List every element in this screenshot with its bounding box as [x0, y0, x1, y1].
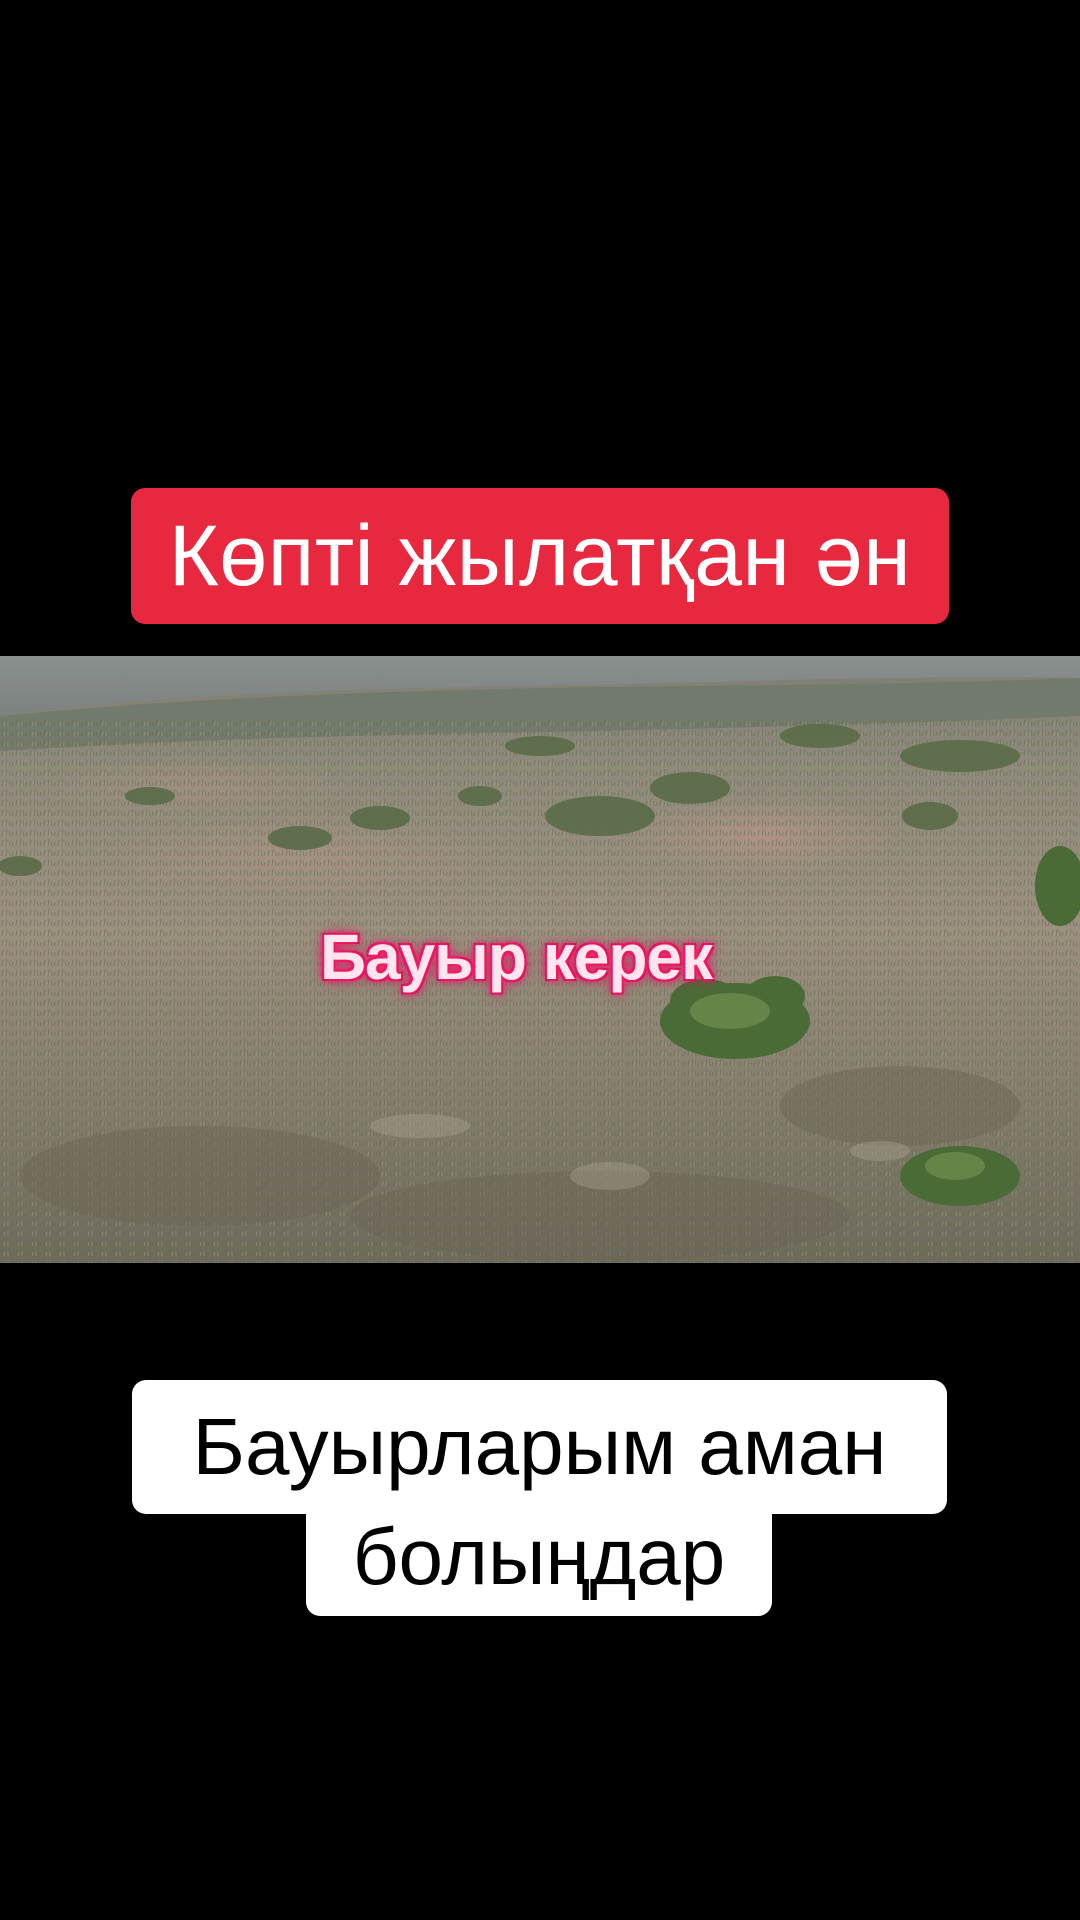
bottom-caption-line-1-box: Бауырларым аман	[132, 1380, 947, 1514]
video-stage: Көпті жылатқан ән Бауыр керек болыңдар Б…	[0, 0, 1080, 1920]
top-caption-text: Көпті жылатқан ән	[168, 508, 912, 604]
video-overlay-caption: Бауыр керек	[319, 921, 713, 993]
bottom-caption-line-2: болыңдар	[352, 1512, 726, 1601]
top-caption-banner: Көпті жылатқан ән	[131, 488, 949, 624]
bottom-caption-line-1: Бауырларым аман	[192, 1402, 887, 1491]
bottom-caption: болыңдар Бауырларым аман	[0, 1380, 1080, 1616]
bottom-caption-line-2-box: болыңдар	[306, 1498, 772, 1616]
